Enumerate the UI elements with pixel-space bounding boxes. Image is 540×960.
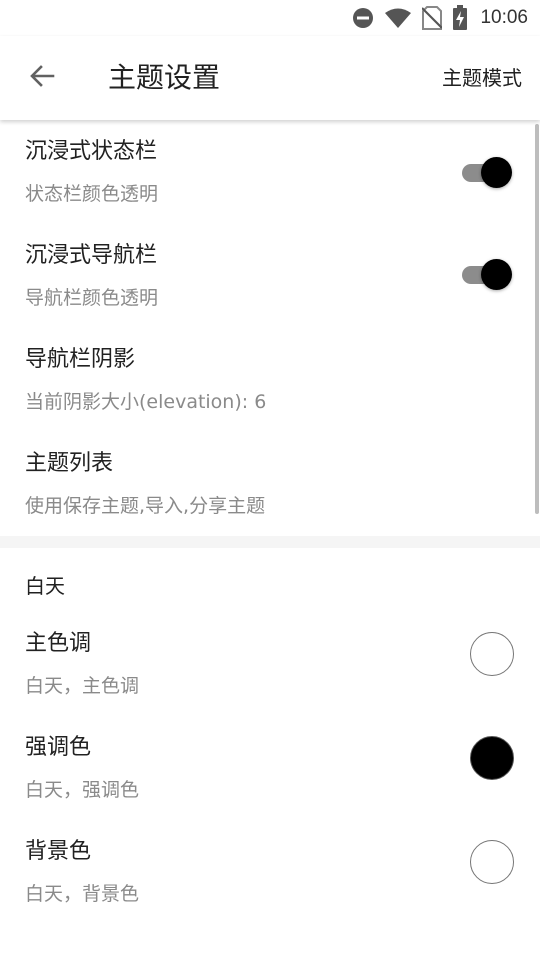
- wifi-icon: [384, 7, 412, 29]
- pref-title: 主色调: [25, 631, 92, 656]
- no-sim-icon: [422, 6, 443, 30]
- pref-summary: 状态栏颜色透明: [25, 183, 159, 205]
- pref-summary: 白天，主色调: [25, 675, 140, 697]
- pref-summary: 白天，强调色: [25, 779, 140, 801]
- pref-immersive-status-bar[interactable]: 沉浸式状态栏 状态栏颜色透明: [0, 120, 540, 224]
- do-not-disturb-icon: [352, 7, 374, 29]
- switch-thumb: [481, 157, 512, 188]
- background-color-swatch[interactable]: [470, 840, 514, 884]
- pref-primary-color[interactable]: 主色调 白天，主色调: [0, 612, 540, 716]
- theme-settings-screen: 10:06 主题设置 主题模式 沉浸式状态栏 状态栏颜色透明 沉浸式导航栏 导航…: [0, 0, 540, 960]
- pref-title: 背景色: [25, 839, 92, 864]
- pref-title: 沉浸式导航栏: [25, 243, 158, 268]
- battery-charging-icon: [452, 5, 468, 31]
- pref-theme-list[interactable]: 主题列表 使用保存主题,导入,分享主题: [0, 432, 540, 536]
- pref-summary: 使用保存主题,导入,分享主题: [25, 495, 266, 517]
- pref-title: 导航栏阴影: [25, 347, 136, 372]
- pref-title: 强调色: [25, 735, 92, 760]
- pref-nav-bar-shadow[interactable]: 导航栏阴影 当前阴影大小(elevation): 6: [0, 328, 540, 432]
- switch-thumb: [481, 259, 512, 290]
- category-day: 白天: [25, 574, 65, 598]
- pref-summary: 白天，背景色: [25, 883, 140, 905]
- pref-background-color[interactable]: 背景色 白天，背景色: [0, 820, 540, 924]
- page-title: 主题设置: [108, 61, 221, 94]
- accent-color-swatch[interactable]: [470, 736, 514, 780]
- status-bar: 10:06: [0, 0, 540, 36]
- pref-summary: 导航栏颜色透明: [25, 287, 159, 309]
- app-bar: 主题设置 主题模式: [0, 36, 540, 120]
- preference-list[interactable]: 沉浸式状态栏 状态栏颜色透明 沉浸式导航栏 导航栏颜色透明 导航栏阴影 当前阴影…: [0, 120, 540, 960]
- pref-title: 主题列表: [25, 451, 114, 476]
- immersive-nav-bar-switch[interactable]: [460, 258, 512, 290]
- pref-accent-color[interactable]: 强调色 白天，强调色: [0, 716, 540, 820]
- section-divider: [0, 536, 540, 548]
- pref-summary: 当前阴影大小(elevation): 6: [25, 391, 267, 413]
- theme-mode-button[interactable]: 主题模式: [442, 62, 522, 94]
- status-time: 10:06: [480, 7, 528, 28]
- pref-title: 沉浸式状态栏: [25, 139, 158, 164]
- pref-immersive-nav-bar[interactable]: 沉浸式导航栏 导航栏颜色透明: [0, 224, 540, 328]
- primary-color-swatch[interactable]: [470, 632, 514, 676]
- back-button[interactable]: [22, 58, 62, 98]
- immersive-status-bar-switch[interactable]: [460, 156, 512, 188]
- arrow-back-icon: [29, 63, 55, 93]
